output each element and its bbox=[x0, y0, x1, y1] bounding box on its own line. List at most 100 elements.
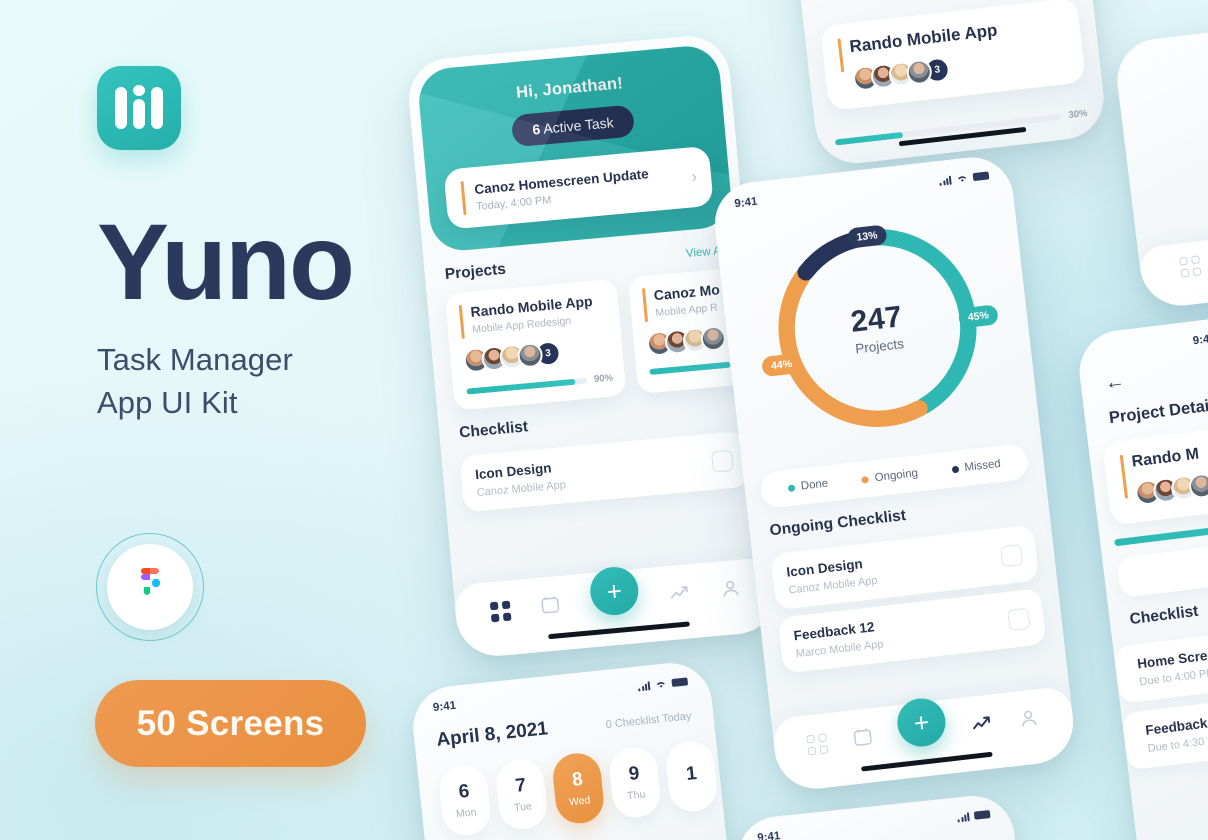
legend-label: Ongoing bbox=[874, 467, 919, 485]
battery-icon bbox=[972, 171, 990, 182]
page-title: Yuno bbox=[97, 201, 355, 322]
calendar-icon[interactable] bbox=[850, 725, 875, 754]
signal-icon bbox=[957, 811, 970, 822]
calendar-day-selected[interactable]: 8 Wed bbox=[550, 751, 606, 826]
checklist-section-title: Checklist bbox=[458, 418, 529, 442]
status-time: 9:41 bbox=[733, 195, 759, 211]
legend-label: Missed bbox=[963, 457, 1002, 474]
checklist-section-title: Checklist bbox=[1128, 602, 1200, 629]
status-time: 9:41 bbox=[1192, 332, 1208, 348]
calendar-day-name: Wed bbox=[568, 794, 591, 809]
progress-row: 30% bbox=[834, 108, 1088, 148]
hero-subtitle-line-1: Task Manager bbox=[97, 342, 293, 378]
wifi-icon bbox=[656, 681, 665, 688]
donut-tag-done: 45% bbox=[957, 304, 999, 329]
status-icons bbox=[939, 170, 990, 186]
battery-icon bbox=[973, 810, 991, 820]
calendar-day-number: 6 bbox=[457, 780, 471, 803]
screens-count-badge: 50 Screens bbox=[95, 680, 366, 767]
checklist-item-title: Home Screen bbox=[1136, 646, 1208, 672]
project-name: Rando M bbox=[1130, 445, 1200, 471]
status-bar: 9:41 bbox=[733, 792, 1012, 840]
poster-canvas: Yuno Task Manager App UI Kit 50 Screens … bbox=[0, 0, 1208, 840]
highlight-task-card[interactable]: Canoz Homescreen Update Today, 4:00 PM › bbox=[443, 145, 714, 230]
checkbox[interactable] bbox=[711, 449, 734, 473]
project-card-head: Rando Mobile App 3 bbox=[837, 13, 1070, 93]
legend-label: Done bbox=[800, 477, 829, 493]
project-card[interactable]: Rando Mobile App 3 bbox=[819, 0, 1086, 111]
active-task-badge[interactable]: 6 Active Task bbox=[511, 104, 635, 148]
accent-bar-icon bbox=[458, 304, 465, 339]
avatar-group: 3 bbox=[462, 335, 612, 374]
calendar-day[interactable]: 6 Mon bbox=[437, 762, 493, 838]
phone-mockup-project-details: 9:41 ← Project Detail Rando M Checklist … bbox=[1074, 304, 1208, 840]
grid-icon[interactable] bbox=[489, 600, 512, 623]
project-name: Canoz Mo bbox=[653, 281, 721, 304]
figma-logo-icon bbox=[107, 544, 193, 630]
checklist-item-title: Feedback no.18-20 bbox=[1144, 708, 1208, 738]
progress-track bbox=[466, 377, 588, 395]
status-time: 9:41 bbox=[756, 830, 781, 840]
calendar-day[interactable]: 9 Thu bbox=[607, 745, 663, 820]
project-name: Rando Mobile App bbox=[848, 20, 999, 57]
progress-fill bbox=[466, 378, 576, 395]
empty-state-title: Wo bbox=[1118, 59, 1208, 109]
avatar-group: 3 bbox=[851, 50, 1002, 93]
projects-count: 247 bbox=[848, 299, 904, 339]
progress-fill bbox=[649, 361, 731, 375]
status-time: 9:41 bbox=[432, 699, 457, 715]
grid-icon[interactable] bbox=[1179, 255, 1202, 278]
add-icon[interactable]: + bbox=[894, 695, 948, 750]
bottom-navbar bbox=[1137, 218, 1208, 311]
checkbox[interactable] bbox=[1007, 607, 1031, 631]
ongoing-checklist-title: Ongoing Checklist bbox=[768, 506, 907, 540]
status-icons bbox=[957, 810, 991, 822]
projects-section-title: Projects bbox=[444, 260, 507, 284]
signal-icon bbox=[939, 175, 952, 186]
project-subtitle: Mobile App R bbox=[654, 301, 719, 320]
bottom-navbar: + bbox=[771, 685, 1078, 794]
add-icon[interactable]: + bbox=[588, 565, 641, 618]
calendar-icon[interactable] bbox=[539, 592, 563, 621]
legend-dot-icon bbox=[861, 475, 870, 484]
checkbox[interactable] bbox=[999, 543, 1024, 567]
project-card[interactable]: Rando Mobile App Mobile App Redesign 3 9… bbox=[444, 278, 627, 411]
legend-item-done: Done bbox=[787, 478, 829, 495]
phone-mockup-project-progress: Rando Mobile App 3 30% bbox=[785, 0, 1109, 168]
battery-icon bbox=[671, 677, 689, 687]
profile-icon[interactable] bbox=[1017, 706, 1042, 735]
hero-block: Yuno Task Manager App UI Kit bbox=[97, 66, 427, 425]
grid-icon[interactable] bbox=[805, 733, 828, 756]
active-task-label: Active Task bbox=[542, 114, 615, 137]
hero-subtitle: Task Manager App UI Kit bbox=[97, 339, 427, 425]
progress-label: 90% bbox=[593, 372, 614, 386]
profile-icon[interactable] bbox=[719, 576, 743, 605]
calendar-day-name: Thu bbox=[626, 788, 646, 803]
avatar-group bbox=[1134, 471, 1208, 507]
wifi-icon bbox=[958, 176, 967, 182]
trending-up-icon[interactable] bbox=[970, 711, 995, 740]
legend-dot-icon bbox=[951, 465, 959, 473]
accent-bar-icon bbox=[641, 288, 649, 323]
accent-bar-icon bbox=[460, 181, 467, 216]
accent-bar-icon bbox=[1119, 454, 1129, 499]
calendar-day[interactable]: 1 bbox=[664, 739, 720, 814]
phone-mockup-analytics: 9:41 247 Projects 13% 45% 44% Done Ongoi… bbox=[710, 152, 1078, 794]
trending-up-icon[interactable] bbox=[667, 581, 691, 610]
project-summary-card[interactable]: Rando M bbox=[1102, 415, 1208, 526]
phone-mockup-empty-state: Wo No checkli some chec bbox=[1112, 13, 1208, 311]
projects-count-label: Projects bbox=[854, 335, 905, 357]
dashboard-header: Hi, Jonathan! 6 Active Task Canoz Homesc… bbox=[416, 43, 734, 254]
legend-dot-icon bbox=[787, 483, 796, 492]
legend-item-missed: Missed bbox=[951, 458, 1001, 476]
calendar-day-number: 1 bbox=[685, 762, 698, 785]
legend-item-ongoing: Ongoing bbox=[861, 467, 919, 485]
greeting-text: Hi, Jonathan! bbox=[515, 74, 624, 102]
phone-mockup-calendar: 9:41 April 8, 2021 0 Checklist Today 6 M… bbox=[409, 659, 739, 840]
phone-mockup-bottom-fragment: 9:41 bbox=[733, 791, 1025, 840]
active-task-count: 6 bbox=[531, 120, 541, 138]
calendar-day[interactable]: 7 Tue bbox=[494, 756, 550, 832]
progress-fill bbox=[834, 131, 904, 146]
chevron-right-icon[interactable]: › bbox=[691, 167, 698, 187]
figma-badge bbox=[96, 533, 204, 641]
